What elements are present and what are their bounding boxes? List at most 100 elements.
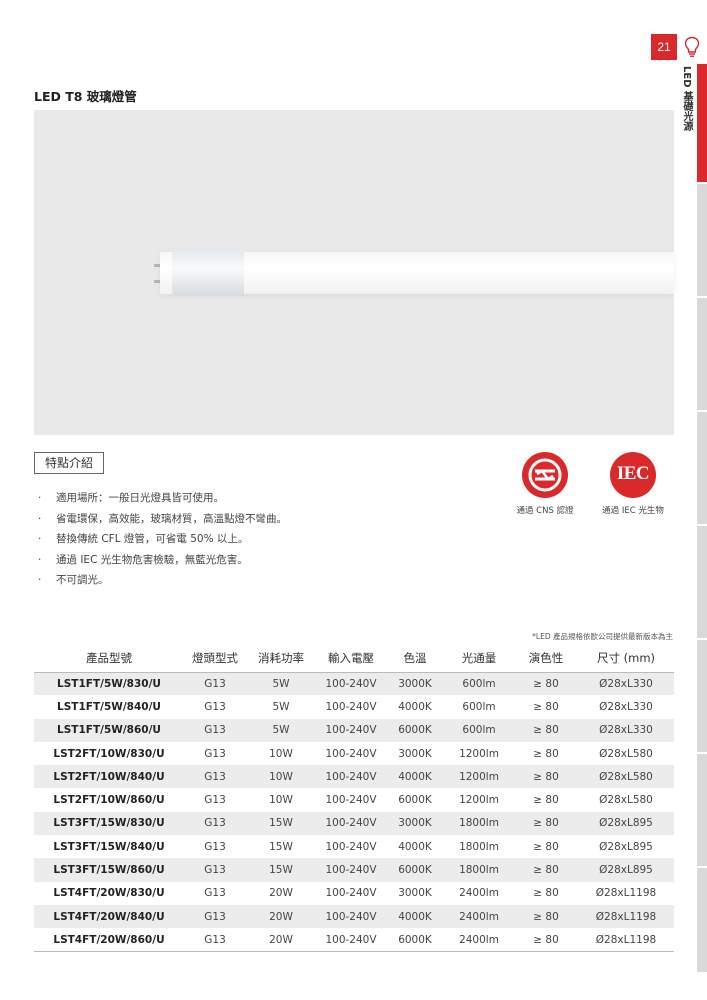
cct-cell: 4000K (398, 700, 432, 713)
cct-cell: 3000K (398, 887, 432, 900)
section-tab[interactable] (697, 754, 707, 866)
power-cell: 10W (246, 765, 316, 789)
column-header: 燈頭型式 (184, 644, 246, 673)
lumen-cell: 1200lm (459, 747, 499, 760)
cri-cell: ≥ 80 (514, 811, 578, 836)
features-heading: 特點介紹 (34, 452, 104, 474)
cct-cell: 4000K (398, 840, 432, 853)
section-tab[interactable] (697, 412, 707, 524)
cri-cell: ≥ 80 (533, 700, 559, 713)
base-cell: G13 (184, 858, 246, 882)
cct-cell: 3000K (398, 747, 432, 760)
base-cell: G13 (204, 747, 226, 760)
list-item: · 通過 IEC 光生物危害檢驗，無藍光危害。 (38, 553, 248, 566)
power-cell: 15W (246, 858, 316, 882)
column-header: 輸入電壓 (316, 644, 386, 673)
size-cell: Ø28xL895 (578, 858, 674, 882)
lumen-cell: 2400lm (444, 928, 514, 953)
lumen-cell: 600lm (444, 672, 514, 696)
base-cell: G13 (204, 840, 226, 853)
column-header: 消耗功率 (246, 644, 316, 673)
cri-cell: ≥ 80 (514, 718, 578, 742)
feature-text: 通過 IEC 光生物危害檢驗，無藍光危害。 (56, 553, 248, 566)
table-row: LST2FT/10W/860/U G13 10W 100-240V 6000K 1200l… (34, 788, 674, 811)
voltage-cell: 100-240V (325, 700, 377, 713)
lumen-cell: 600lm (444, 718, 514, 742)
section-tab[interactable] (697, 298, 707, 410)
lumen-cell: 1800lm (459, 840, 499, 853)
voltage-cell: 100-240V (325, 794, 377, 807)
power-cell: 20W (269, 887, 293, 900)
cns-cert: 通過 CNS 認證 (505, 452, 585, 516)
size-cell: Ø28xL330 (599, 700, 653, 713)
cct-cell: 6000K (386, 858, 444, 882)
table-row: LST4FT/20W/860/U G13 20W 100-240V 6000K 2400l… (34, 928, 674, 953)
cri-cell: ≥ 80 (533, 747, 559, 760)
power-cell: 10W (269, 747, 293, 760)
iec-cert: IEC 通過 IEC 光生物 (593, 452, 673, 516)
list-item: · 不可調光。 (38, 574, 109, 586)
tube-end-cap (172, 250, 244, 296)
iec-mark-text: IEC (616, 463, 650, 484)
table-row: LST1FT/5W/860/U G13 5W 100-240V 6000K 600lm ≥ … (34, 718, 674, 742)
voltage-cell: 100-240V (316, 904, 386, 929)
model-cell: LST1FT/5W/860/U (34, 718, 184, 742)
cct-cell: 3000K (386, 811, 444, 836)
model-cell: LST2FT/10W/830/U (53, 747, 165, 760)
size-cell: Ø28xL580 (599, 747, 653, 760)
size-cell: Ø28xL330 (578, 718, 674, 742)
spec-table: 產品型號 燈頭型式 消耗功率 輸入電壓 色溫 光通量 演色性 尺寸 (mm) L… (34, 644, 674, 953)
section-tab[interactable] (697, 868, 707, 972)
size-cell: Ø28xL895 (578, 811, 674, 836)
list-item: · 省電環保，高效能，玻璃材質，高溫點燈不彎曲。 (38, 512, 287, 525)
spec-note: *LED 產品規格依歐公司提供最新版本為主 (532, 632, 673, 641)
size-cell: Ø28xL580 (599, 794, 653, 807)
table-row: LST1FT/5W/830/U G13 5W 100-240V 3000K 600lm ≥ … (34, 672, 674, 696)
table-row: LST4FT/20W/840/U G13 20W 100-240V 4000K 2400l… (34, 904, 674, 929)
cns-mark-icon (522, 452, 568, 498)
section-tab[interactable] (697, 640, 707, 752)
power-cell: 5W (246, 718, 316, 742)
list-item: · 適用場所：一般日光燈具皆可使用。 (38, 492, 224, 504)
model-cell: LST3FT/15W/830/U (34, 811, 184, 836)
section-tab[interactable] (697, 526, 707, 638)
model-cell: LST2FT/10W/840/U (34, 765, 184, 789)
table-row: LST2FT/10W/830/U G13 10W 100-240V 3000K 1200l… (34, 742, 674, 765)
feature-text: 不可調光。 (56, 574, 109, 586)
power-cell: 15W (246, 811, 316, 836)
size-cell: Ø28xL895 (599, 840, 653, 853)
size-cell: Ø28xL1198 (578, 928, 674, 953)
table-header-row: 產品型號 燈頭型式 消耗功率 輸入電壓 色溫 光通量 演色性 尺寸 (mm) (34, 644, 674, 673)
power-cell: 5W (272, 700, 290, 713)
column-header: 演色性 (514, 644, 578, 673)
lumen-cell: 1200lm (459, 794, 499, 807)
base-cell: G13 (204, 794, 226, 807)
voltage-cell: 100-240V (325, 747, 377, 760)
base-cell: G13 (184, 672, 246, 696)
size-cell: Ø28xL1198 (578, 904, 674, 929)
power-cell: 10W (269, 794, 293, 807)
column-header: 尺寸 (mm) (578, 644, 674, 673)
feature-text: 省電環保，高效能，玻璃材質，高溫點燈不彎曲。 (56, 512, 287, 525)
size-cell: Ø28xL1198 (595, 887, 657, 900)
model-cell: LST4FT/20W/840/U (34, 904, 184, 929)
voltage-cell: 100-240V (316, 858, 386, 882)
section-tab[interactable] (697, 184, 707, 296)
section-tab-strip (697, 64, 707, 972)
cct-cell: 4000K (386, 904, 444, 929)
cri-cell: ≥ 80 (533, 794, 559, 807)
voltage-cell: 100-240V (316, 811, 386, 836)
page-number: 21 (651, 34, 677, 60)
power-cell: 15W (269, 840, 293, 853)
voltage-cell: 100-240V (316, 672, 386, 696)
cri-cell: ≥ 80 (514, 904, 578, 929)
cri-cell: ≥ 80 (514, 672, 578, 696)
table-row: LST1FT/5W/840/U G13 5W 100-240V 4000K 600lm ≥ … (34, 695, 674, 718)
section-tab-active[interactable] (697, 64, 707, 182)
cct-cell: 6000K (398, 794, 432, 807)
page-title: LED T8 玻璃燈管 (34, 89, 137, 104)
cri-cell: ≥ 80 (514, 858, 578, 882)
table-row: LST4FT/20W/830/U G13 20W 100-240V 3000K 2400l… (34, 882, 674, 905)
model-cell: LST3FT/15W/860/U (34, 858, 184, 882)
lumen-cell: 2400lm (459, 887, 499, 900)
